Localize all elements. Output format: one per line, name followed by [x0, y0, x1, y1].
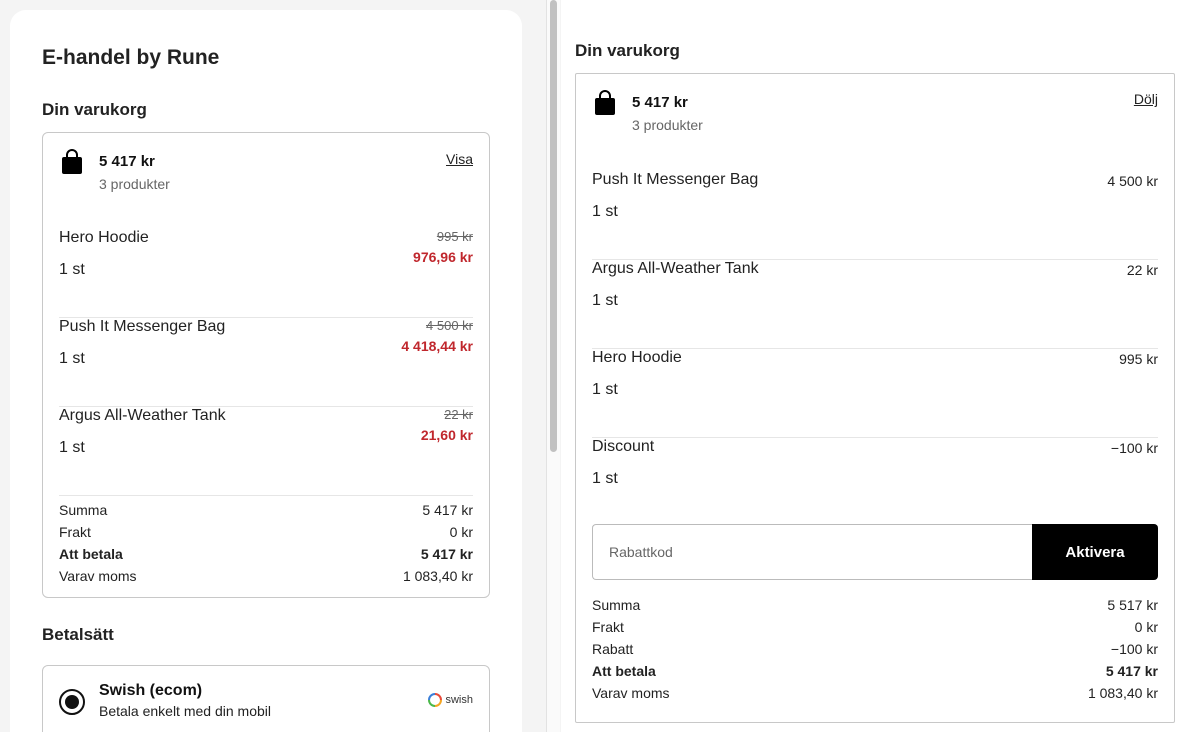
item-name: Push It Messenger Bag [592, 171, 759, 188]
item-qty: 1 st [59, 439, 85, 456]
sale-price: 21,60 kr [420, 427, 473, 443]
sale-price: 4 418,44 kr [401, 338, 473, 354]
cart-item-discount: Discount 1 st −100 kr [592, 438, 1158, 527]
scrollbar-thumb[interactable] [550, 0, 557, 452]
item-qty: 1 st [592, 203, 618, 220]
summary-label: Frakt [592, 619, 624, 635]
cart-item: Argus All-Weather Tank 1 st 22 kr [592, 260, 1158, 349]
cart-item: Push It Messenger Bag 1 st 4 500 kr [592, 171, 1158, 260]
payment-method-name: Swish (ecom) [99, 682, 203, 699]
old-price: 22 kr [444, 407, 473, 422]
scrollbar[interactable] [546, 0, 560, 732]
radio-dot [65, 695, 79, 709]
summary-row: Frakt 0 kr [59, 524, 473, 546]
item-name: Argus All-Weather Tank [59, 407, 226, 424]
summary-label: Varav moms [592, 685, 670, 701]
radio-selected-icon[interactable] [59, 689, 85, 715]
item-name: Hero Hoodie [59, 229, 149, 246]
cart-detail-panel: Din varukorg 5 417 kr 3 produkter Dölj P… [561, 0, 1195, 732]
checkout-card: E-handel by Rune Din varukorg 5 417 kr 3… [10, 10, 522, 732]
summary-row-total: Att betala 5 417 kr [592, 663, 1158, 685]
payment-option-swish[interactable]: Swish (ecom) Betala enkelt med din mobil… [42, 665, 490, 732]
summary-label: Summa [592, 597, 641, 613]
summary-value: 1 083,40 kr [1087, 685, 1158, 701]
cart-item: Hero Hoodie 1 st 995 kr [592, 349, 1158, 438]
item-name: Discount [592, 438, 655, 455]
cart-item: Argus All-Weather Tank 1 st 22 kr 21,60 … [59, 407, 473, 496]
summary-row-total: Att betala 5 417 kr [59, 546, 473, 568]
summary-label: Varav moms [59, 568, 137, 584]
payment-section-title: Betalsätt [42, 625, 114, 644]
activate-discount-button[interactable]: Aktivera [1032, 524, 1158, 580]
item-qty: 1 st [592, 470, 618, 487]
shop-title: E-handel by Rune [42, 46, 220, 69]
summary-row: Varav moms 1 083,40 kr [59, 568, 473, 590]
cart-detail-box: 5 417 kr 3 produkter Dölj Push It Messen… [575, 73, 1175, 723]
show-cart-link[interactable]: Visa [446, 151, 473, 167]
swish-logo-icon: swish [428, 693, 473, 707]
item-qty: 1 st [59, 261, 85, 278]
swish-mark-icon [428, 693, 443, 707]
summary-value: 0 kr [1134, 619, 1158, 635]
item-price: 995 kr [1119, 351, 1158, 367]
item-qty: 1 st [592, 292, 618, 309]
summary-value: 5 417 kr [422, 502, 473, 518]
cart-detail-title: Din varukorg [575, 41, 680, 60]
item-price: 22 kr [1126, 262, 1158, 278]
cart-total: 5 417 kr [99, 153, 155, 170]
shopping-bag-icon [62, 149, 82, 174]
summary-label: Att betala [59, 546, 123, 562]
payment-method-desc: Betala enkelt med din mobil [99, 703, 271, 719]
cart-item: Hero Hoodie 1 st 995 kr 976,96 kr [59, 229, 473, 318]
item-price: 4 500 kr [1107, 173, 1158, 189]
cart-section-title: Din varukorg [42, 100, 147, 119]
summary-label: Rabatt [592, 641, 634, 657]
item-price: −100 kr [1110, 440, 1158, 456]
summary-label: Summa [59, 502, 108, 518]
summary-value: 5 417 kr [420, 546, 473, 562]
cart-summary-box: 5 417 kr 3 produkter Visa Hero Hoodie 1 … [42, 132, 490, 598]
summary-label: Att betala [592, 663, 656, 679]
cart-total: 5 417 kr [632, 94, 688, 111]
item-qty: 1 st [592, 381, 618, 398]
cart-item: Push It Messenger Bag 1 st 4 500 kr 4 41… [59, 318, 473, 407]
summary-value: 0 kr [449, 524, 473, 540]
item-qty: 1 st [59, 350, 85, 367]
summary-value: 5 417 kr [1105, 663, 1158, 679]
summary-row: Frakt 0 kr [592, 619, 1158, 641]
item-name: Argus All-Weather Tank [592, 260, 759, 277]
summary-value: −100 kr [1110, 641, 1158, 657]
summary-row: Rabatt −100 kr [592, 641, 1158, 663]
item-name: Hero Hoodie [592, 349, 682, 366]
shopping-bag-icon [595, 90, 615, 115]
sale-price: 976,96 kr [413, 249, 473, 265]
hide-cart-link[interactable]: Dölj [1134, 91, 1158, 107]
summary-value: 5 517 kr [1107, 597, 1158, 613]
summary-label: Frakt [59, 524, 91, 540]
discount-code-input[interactable] [592, 524, 1033, 580]
summary-row: Varav moms 1 083,40 kr [592, 685, 1158, 707]
product-count: 3 produkter [632, 117, 703, 133]
summary-row: Summa 5 417 kr [59, 502, 473, 524]
summary-value: 1 083,40 kr [402, 568, 473, 584]
old-price: 995 kr [436, 229, 473, 244]
product-count: 3 produkter [99, 176, 170, 192]
old-price: 4 500 kr [426, 318, 473, 333]
item-name: Push It Messenger Bag [59, 318, 226, 335]
swish-wordmark: swish [445, 694, 473, 706]
summary-row: Summa 5 517 kr [592, 597, 1158, 619]
